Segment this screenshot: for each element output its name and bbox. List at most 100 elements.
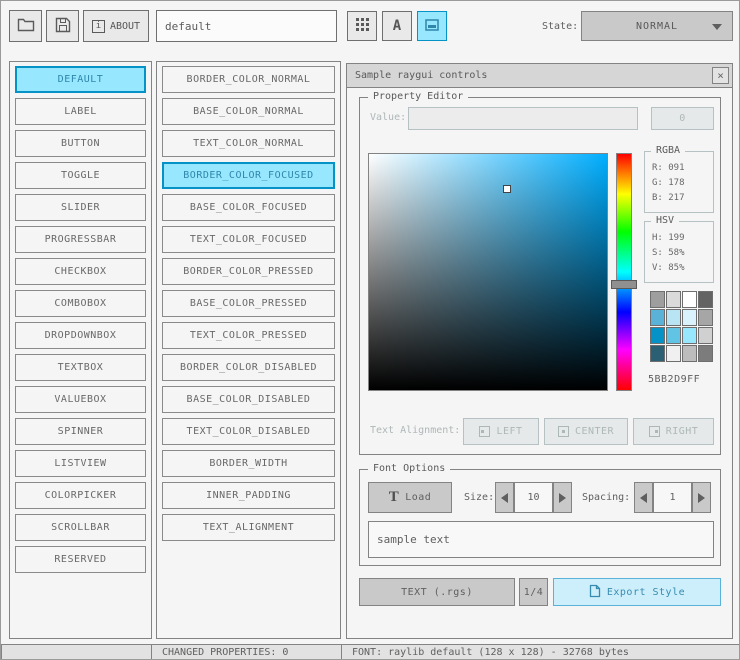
value-apply-label: 0 [679, 113, 686, 124]
value-input[interactable] [408, 107, 638, 130]
palette-swatch[interactable] [682, 345, 697, 362]
value-label: Value: [370, 112, 407, 123]
statusbar-changed-properties: CHANGED PROPERTIES: 0 [151, 644, 342, 659]
font-view-button[interactable]: A [382, 11, 412, 41]
property-list-item[interactable]: TEXT_COLOR_FOCUSED [162, 226, 335, 253]
export-style-button[interactable]: Export Style [553, 578, 721, 606]
control-list-item[interactable]: SCROLLBAR [15, 514, 146, 541]
palette-swatch[interactable] [698, 291, 713, 308]
rgba-row: B: 217 [652, 193, 685, 203]
align-left-button[interactable]: LEFT [463, 418, 539, 445]
window-title: Sample raygui controls [355, 70, 488, 81]
color-palette [650, 291, 713, 362]
size-label: Size: [464, 492, 495, 503]
property-list-item[interactable]: BASE_COLOR_NORMAL [162, 98, 335, 125]
size-decrement-button[interactable] [495, 482, 514, 513]
page-indicator-button[interactable]: 1/4 [519, 578, 548, 606]
property-list-item[interactable]: BORDER_WIDTH [162, 450, 335, 477]
property-list-item[interactable]: INNER_PADDING [162, 482, 335, 509]
palette-swatch[interactable] [682, 309, 697, 326]
hue-bar[interactable] [611, 153, 637, 391]
export-format-button[interactable]: TEXT (.rgs) [359, 578, 515, 606]
palette-swatch[interactable] [698, 345, 713, 362]
control-list-item[interactable]: SPINNER [15, 418, 146, 445]
palette-swatch[interactable] [666, 327, 681, 344]
hue-slider-handle[interactable] [611, 279, 637, 289]
spacing-value-box[interactable]: 1 [653, 482, 692, 513]
palette-swatch[interactable] [650, 309, 665, 326]
palette-swatch[interactable] [650, 345, 665, 362]
palette-swatch[interactable] [666, 345, 681, 362]
state-label: State: [542, 21, 579, 32]
control-list-item[interactable]: DROPDOWNBOX [15, 322, 146, 349]
control-list-item[interactable]: PROGRESSBAR [15, 226, 146, 253]
property-list-item[interactable]: TEXT_COLOR_PRESSED [162, 322, 335, 349]
property-list-item[interactable]: BORDER_COLOR_DISABLED [162, 354, 335, 381]
property-list-item[interactable]: BORDER_COLOR_PRESSED [162, 258, 335, 285]
hsv-box-label: HSV [651, 215, 680, 226]
property-editor-group-label: Property Editor [368, 91, 469, 102]
page-indicator-label: 1/4 [523, 586, 544, 598]
value-apply-button[interactable]: 0 [651, 107, 714, 130]
state-dropdown[interactable]: NORMAL [581, 11, 733, 41]
color-cursor[interactable] [503, 185, 512, 194]
statusbar-font-info: FONT: raylib default (128 x 128) - 32768… [341, 644, 739, 659]
property-list-item[interactable]: TEXT_COLOR_NORMAL [162, 130, 335, 157]
palette-swatch[interactable] [666, 309, 681, 326]
property-list-item[interactable]: BORDER_COLOR_FOCUSED [162, 162, 335, 189]
control-list-item[interactable]: TOGGLE [15, 162, 146, 189]
style-edit-button[interactable] [417, 11, 447, 41]
open-style-button[interactable] [9, 10, 42, 42]
property-list-item[interactable]: TEXT_COLOR_DISABLED [162, 418, 335, 445]
control-list-item[interactable]: SLIDER [15, 194, 146, 221]
align-left-icon [479, 426, 491, 437]
hsv-box: HSV H: 199 S: 58% V: 85% [644, 215, 714, 283]
about-button[interactable]: i ABOUT [83, 10, 149, 42]
font-load-button[interactable]: T Load [368, 482, 452, 513]
spacing-decrement-button[interactable] [634, 482, 653, 513]
color-panel[interactable] [368, 153, 608, 391]
font-a-icon: A [392, 18, 402, 34]
property-list-item[interactable]: BASE_COLOR_FOCUSED [162, 194, 335, 221]
palette-swatch[interactable] [666, 291, 681, 308]
state-dropdown-value: NORMAL [635, 20, 679, 32]
close-button[interactable]: × [712, 67, 729, 84]
control-list-item[interactable]: COLORPICKER [15, 482, 146, 509]
sample-text-input[interactable] [368, 521, 714, 558]
palette-swatch[interactable] [650, 327, 665, 344]
palette-swatch[interactable] [698, 327, 713, 344]
control-list-item[interactable]: CHECKBOX [15, 258, 146, 285]
spacing-increment-button[interactable] [692, 482, 711, 513]
palette-swatch[interactable] [698, 309, 713, 326]
control-list-item[interactable]: VALUEBOX [15, 386, 146, 413]
window-titlebar[interactable]: Sample raygui controls [347, 64, 732, 88]
control-list-item[interactable]: LABEL [15, 98, 146, 125]
control-list-item[interactable]: TEXTBOX [15, 354, 146, 381]
hsv-row: S: 58% [652, 248, 685, 258]
control-list-item[interactable]: BUTTON [15, 130, 146, 157]
control-list-item[interactable]: LISTVIEW [15, 450, 146, 477]
property-list-item[interactable]: BORDER_COLOR_NORMAL [162, 66, 335, 93]
control-list-item[interactable]: COMBOBOX [15, 290, 146, 317]
statusbar-font-text: FONT: raylib default (128 x 128) - 32768… [352, 647, 629, 658]
control-list-item[interactable]: RESERVED [15, 546, 146, 573]
palette-swatch[interactable] [682, 327, 697, 344]
align-center-button[interactable]: CENTER [544, 418, 628, 445]
palette-swatch[interactable] [682, 291, 697, 308]
align-center-label: CENTER [574, 426, 615, 437]
property-list-item[interactable]: BASE_COLOR_PRESSED [162, 290, 335, 317]
grid-icon [355, 18, 369, 34]
property-list-item[interactable]: BASE_COLOR_DISABLED [162, 386, 335, 413]
control-list-item[interactable]: DEFAULT [15, 66, 146, 93]
statusbar-changed-text: CHANGED PROPERTIES: 0 [162, 647, 289, 658]
rgba-box: RGBA R: 091 G: 178 B: 217 [644, 145, 714, 213]
style-name-input[interactable] [156, 10, 337, 42]
text-alignment-label: Text Alignment: [370, 425, 461, 436]
save-style-button[interactable] [46, 10, 79, 42]
align-right-button[interactable]: RIGHT [633, 418, 714, 445]
style-table-button[interactable] [347, 11, 377, 41]
size-value-box[interactable]: 10 [514, 482, 553, 513]
palette-swatch[interactable] [650, 291, 665, 308]
property-list-item[interactable]: TEXT_ALIGNMENT [162, 514, 335, 541]
size-increment-button[interactable] [553, 482, 572, 513]
